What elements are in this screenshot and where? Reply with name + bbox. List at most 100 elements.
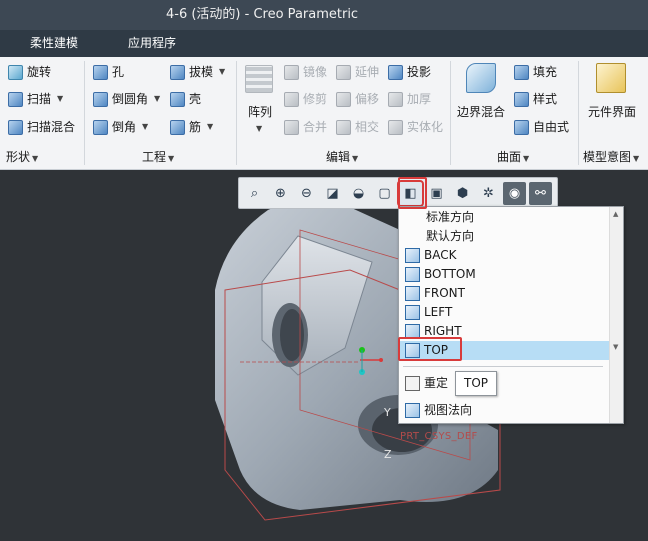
mirror-button[interactable]: 镜像 [284, 62, 327, 82]
style-icon [514, 91, 529, 107]
hole-icon [93, 64, 108, 80]
fill-button[interactable]: 填充 [514, 62, 557, 82]
zoom-out-icon[interactable]: ⊖ [295, 182, 318, 205]
project-icon [388, 64, 403, 80]
pattern-icon[interactable] [245, 65, 273, 93]
component-interface-button[interactable]: 元件界面 [588, 102, 636, 122]
zoom-in-icon[interactable]: ⊕ [269, 182, 292, 205]
window-title: 4-6 (活动的) - Creo Parametric [0, 0, 648, 30]
sweep-icon [8, 91, 23, 107]
extend-button[interactable]: 延伸 [336, 62, 379, 82]
intersect-button[interactable]: 相交 [336, 117, 379, 137]
boundary-blend-button[interactable]: 边界混合 [457, 102, 505, 122]
style-button[interactable]: 样式 [514, 89, 557, 109]
fill-icon [514, 64, 529, 80]
intersect-icon [336, 119, 351, 135]
offset-button[interactable]: 偏移 [336, 89, 379, 109]
saved-views-menu: 标准方向 默认方向 BACK BOTTOM FRONT LEFT RIGHT T… [398, 206, 624, 424]
solidify-button[interactable]: 实体化 [388, 117, 443, 137]
extend-icon [336, 64, 351, 80]
group-label-model-intent[interactable]: 模型意图 ▼ [583, 148, 639, 166]
menu-scrollbar[interactable]: ▲ ▼ [609, 207, 623, 423]
highlight-saved-orientations [398, 177, 427, 209]
axis-y-label: Y [384, 406, 391, 419]
reorient-icon [405, 376, 420, 391]
chevron-down-icon: ▼ [523, 154, 530, 163]
chevron-down-icon[interactable]: ▼ [154, 89, 160, 109]
merge-button[interactable]: 合并 [284, 117, 327, 137]
thicken-button[interactable]: 加厚 [388, 89, 431, 109]
display-style-icon[interactable]: ◒ [347, 182, 370, 205]
sweep-button[interactable]: 扫描 ▼ [8, 89, 63, 109]
menu-item-front[interactable]: FRONT [403, 284, 607, 303]
tab-flexible-modeling[interactable]: 柔性建模 [30, 30, 78, 57]
csys-label: PRT_CSYS_DEF [400, 431, 478, 442]
rib-icon [170, 119, 185, 135]
menu-item-default-orientation[interactable]: 默认方向 [403, 227, 607, 246]
tab-applications[interactable]: 应用程序 [128, 30, 176, 57]
swept-blend-icon [8, 119, 23, 135]
axis-z-label: Z [384, 448, 392, 461]
highlight-top-item [398, 337, 462, 361]
group-label-editing[interactable]: 编辑 ▼ [326, 148, 358, 166]
ribbon: 旋转 扫描 ▼ 扫描混合 形状 ▼ 孔 倒圆角 ▼ 倒角 ▼ 拔模 ▼ 壳 筋 ▼ 工程 ▼ … [0, 57, 648, 170]
freestyle-icon [514, 119, 529, 135]
group-label-engineering[interactable]: 工程 ▼ [142, 148, 174, 166]
chevron-down-icon: ▼ [168, 154, 175, 163]
bottom-view-icon [405, 267, 420, 282]
group-divider [236, 61, 237, 165]
menu-item-standard-orientation[interactable]: 标准方向 [403, 208, 607, 227]
group-divider [578, 61, 579, 165]
group-label-surface[interactable]: 曲面 ▼ [497, 148, 529, 166]
chevron-down-icon[interactable]: ▼ [57, 89, 63, 109]
view-manager-icon[interactable]: ▢ [373, 182, 396, 205]
menu-item-reorient[interactable]: 重定 [403, 374, 607, 393]
menu-bar: 柔性建模 应用程序 [0, 30, 648, 57]
back-view-icon [405, 248, 420, 263]
chevron-down-icon[interactable]: ▼ [219, 62, 225, 82]
chevron-down-icon: ▼ [633, 154, 640, 163]
revolve-button[interactable]: 旋转 [8, 62, 51, 82]
chamfer-icon [93, 119, 108, 135]
view-normal-icon [405, 403, 420, 418]
thicken-icon [388, 91, 403, 107]
refit-icon[interactable]: ⌕ [243, 182, 266, 205]
hole-button[interactable]: 孔 [93, 62, 124, 82]
component-interface-icon[interactable] [596, 63, 626, 93]
draft-icon [170, 64, 185, 80]
chevron-down-icon[interactable]: ▼ [207, 117, 213, 137]
menu-item-view-normal[interactable]: 视图法向 [403, 401, 607, 420]
annotation-display-icon[interactable]: ⚯ [529, 181, 552, 205]
scroll-down-icon[interactable]: ▼ [613, 343, 618, 351]
freestyle-button[interactable]: 自由式 [514, 117, 569, 137]
camera-icon[interactable]: ▣ [425, 182, 448, 205]
menu-divider [403, 366, 603, 367]
trim-button[interactable]: 修剪 [284, 89, 327, 109]
rib-button[interactable]: 筋 ▼ [170, 117, 213, 137]
spin-center-icon[interactable]: ◉ [503, 181, 526, 205]
offset-icon [336, 91, 351, 107]
menu-item-back[interactable]: BACK [403, 246, 607, 265]
menu-item-left[interactable]: LEFT [403, 303, 607, 322]
group-label-shape[interactable]: 形状 ▼ [6, 148, 38, 166]
chevron-down-icon: ▼ [32, 154, 39, 163]
datum-display-icon[interactable]: ✲ [477, 182, 500, 205]
shell-icon [170, 91, 185, 107]
swept-blend-button[interactable]: 扫描混合 [8, 117, 75, 137]
shell-button[interactable]: 壳 [170, 89, 201, 109]
repaint-icon[interactable]: ◪ [321, 182, 344, 205]
boundary-blend-icon[interactable] [466, 63, 496, 93]
front-view-icon [405, 286, 420, 301]
menu-item-bottom[interactable]: BOTTOM [403, 265, 607, 284]
solidify-icon [388, 119, 403, 135]
chevron-down-icon[interactable]: ▼ [142, 117, 148, 137]
left-view-icon [405, 305, 420, 320]
perspective-icon[interactable]: ⬢ [451, 182, 474, 205]
group-divider [450, 61, 451, 165]
round-button[interactable]: 倒圆角 ▼ [93, 89, 160, 109]
chevron-down-icon[interactable]: ▼ [254, 119, 262, 139]
scroll-up-icon[interactable]: ▲ [613, 210, 618, 218]
project-button[interactable]: 投影 [388, 62, 431, 82]
draft-button[interactable]: 拔模 ▼ [170, 62, 225, 82]
chamfer-button[interactable]: 倒角 ▼ [93, 117, 148, 137]
